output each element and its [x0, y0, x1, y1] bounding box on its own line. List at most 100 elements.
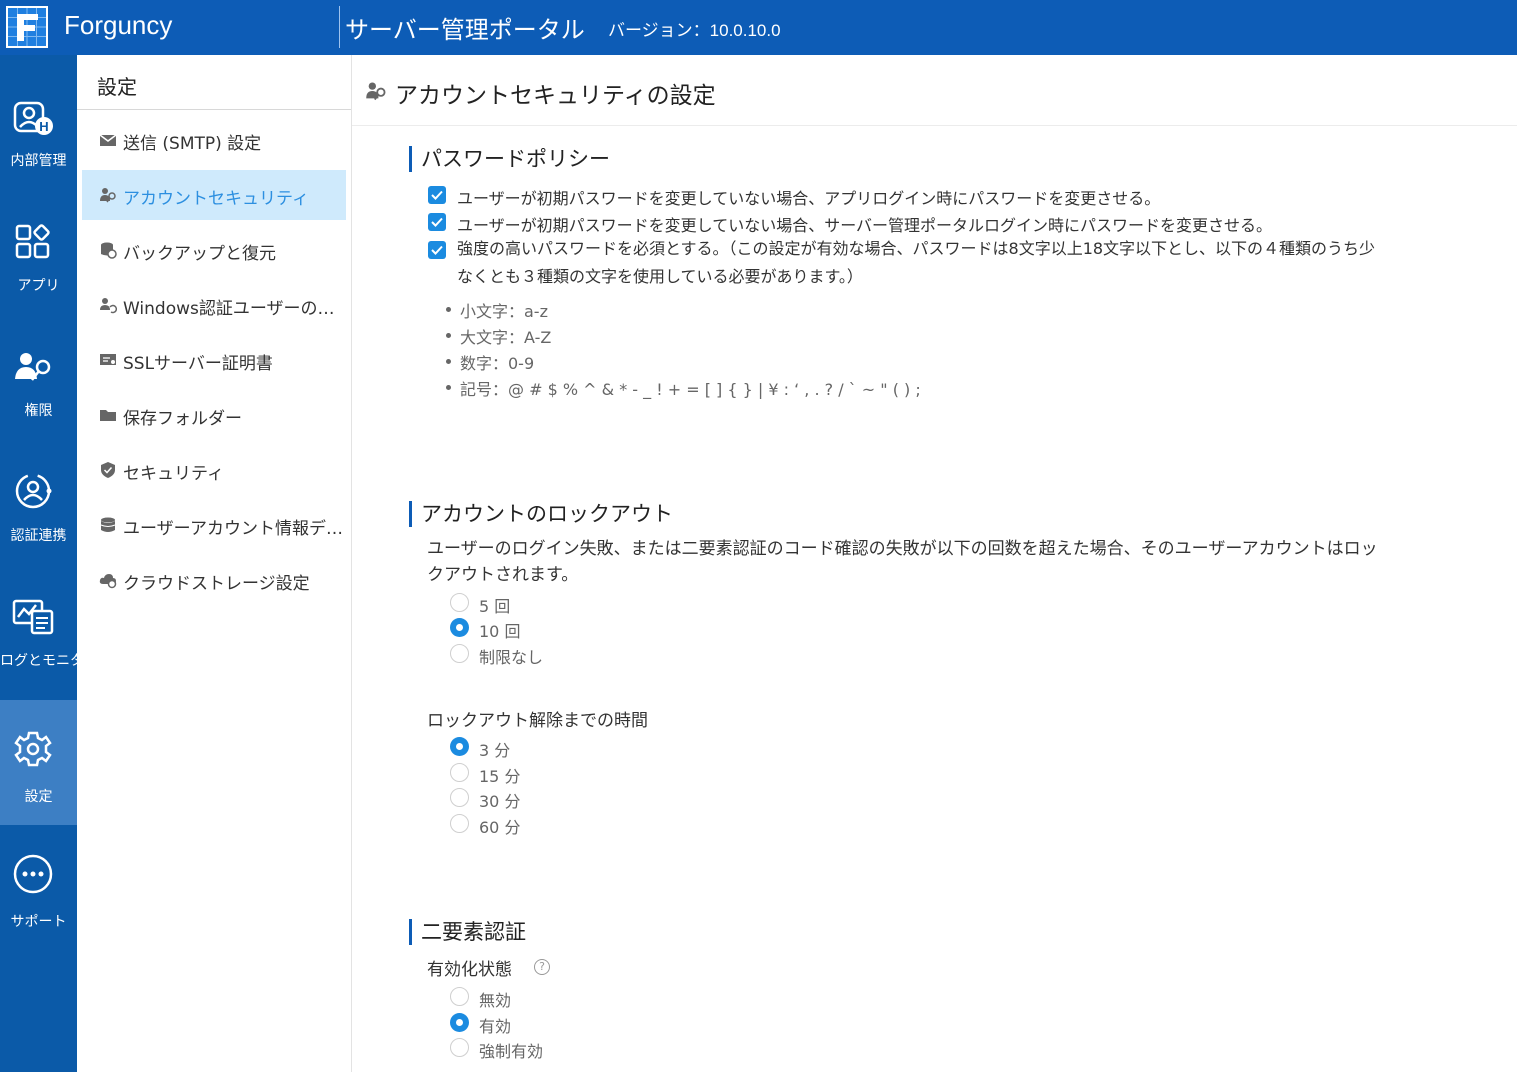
radio-label: 無効: [479, 991, 512, 1010]
subnav-item-label: 保存フォルダー: [123, 409, 242, 429]
checkbox-checked[interactable]: [428, 241, 446, 259]
section-title-two-factor: 二要素認証: [409, 919, 526, 945]
version-label: バージョン：10.0.10.0: [608, 21, 781, 40]
rule-lowercase: 小文字：a-z: [446, 298, 548, 322]
radio-label: 強制有効: [479, 1042, 544, 1061]
user-key-icon: [100, 188, 116, 203]
main-content: アカウントセキュリティの設定 パスワードポリシー ユーザーが初期パスワードを変更…: [352, 55, 1517, 1072]
subnav-item-label: セキュリティ: [123, 464, 224, 484]
lockout-duration-label: ロックアウト解除までの時間: [427, 711, 648, 731]
subnav-item-windows-sync[interactable]: Windows認証ユーザーの同期: [82, 280, 346, 330]
divider: [77, 109, 351, 110]
subnav-title: 設定: [97, 75, 137, 99]
subnav-item-label: クラウドストレージ設定: [123, 574, 310, 594]
settings-subnav: 設定 送信 (SMTP) 設定 アカウントセキュリティ バックアップと復元 Wi…: [77, 55, 352, 1072]
subnav-item-label: バックアップと復元: [123, 244, 276, 264]
radio-label: 5 回: [479, 597, 511, 616]
checkbox-checked[interactable]: [428, 213, 446, 231]
rule-uppercase: 大文字：A-Z: [445, 324, 551, 348]
rail-item-auth-federation[interactable]: 認証連携: [0, 430, 77, 555]
backup-restore-icon: [101, 242, 117, 259]
radio-button[interactable]: [450, 763, 469, 782]
radio-label: 3 分: [479, 741, 511, 760]
subnav-item-label: ユーザーアカウント情報データベース: [123, 519, 345, 539]
checkbox-label: ユーザーが初期パスワードを変更していない場合、アプリログイン時にパスワードを変更…: [457, 189, 1161, 208]
user-admin-icon: H: [13, 101, 53, 135]
radio-label: 有効: [479, 1017, 512, 1036]
rail-item-settings[interactable]: 設定: [0, 700, 77, 825]
rail-item-permissions[interactable]: 権限: [0, 305, 77, 430]
checkbox-checked[interactable]: [428, 186, 446, 204]
user-key-icon: [15, 353, 51, 381]
page-header: アカウントセキュリティの設定: [352, 55, 1517, 126]
svg-text:H: H: [39, 119, 48, 134]
apps-icon: [15, 224, 50, 259]
subnav-item-label: アカウントセキュリティ: [123, 189, 309, 209]
subnav-item-ssl[interactable]: SSLサーバー証明書: [82, 335, 346, 385]
radio-button-selected[interactable]: [450, 618, 469, 637]
log-monitor-icon: [12, 599, 54, 635]
rail-label: サポート: [10, 914, 67, 930]
rail-label: 内部管理: [10, 153, 67, 169]
radio-label: 制限なし: [479, 648, 544, 667]
subnav-item-folder[interactable]: 保存フォルダー: [82, 390, 346, 440]
radio-button-selected[interactable]: [450, 1013, 469, 1032]
radio-button[interactable]: [450, 644, 469, 663]
forguncy-logo-icon: [6, 6, 48, 48]
radio-label: 15 分: [479, 767, 521, 786]
subnav-item-user-db[interactable]: ユーザーアカウント情報データベース: [82, 500, 346, 550]
radio-button-selected[interactable]: [450, 737, 469, 756]
subnav-item-security[interactable]: セキュリティ: [82, 445, 346, 495]
rail-item-support[interactable]: サポート: [0, 825, 77, 950]
rule-digits: 数字：0-9: [445, 350, 534, 374]
database-icon: [100, 517, 116, 532]
radio-button[interactable]: [450, 788, 469, 807]
section-title-lockout: アカウントのロックアウト: [409, 501, 673, 527]
app-header: Forguncy サーバー管理ポータル バージョン：10.0.10.0: [0, 0, 1517, 55]
subnav-item-backup[interactable]: バックアップと復元: [82, 225, 346, 275]
radio-button[interactable]: [450, 814, 469, 833]
subnav-item-label: 送信 (SMTP) 設定: [123, 134, 262, 154]
lockout-description: ユーザーのログイン失敗、または二要素認証のコード確認の失敗が以下の回数を超えた場…: [427, 539, 1378, 585]
rail-item-apps[interactable]: アプリ: [0, 180, 77, 305]
portal-title: サーバー管理ポータル: [345, 16, 585, 44]
subnav-item-label: SSLサーバー証明書: [123, 354, 273, 374]
mail-icon: [99, 134, 117, 146]
radio-button[interactable]: [450, 1038, 469, 1057]
radio-label: 30 分: [479, 792, 521, 811]
cloud-settings-icon: [99, 574, 117, 589]
radio-button[interactable]: [450, 593, 469, 612]
radio-label: 60 分: [479, 818, 521, 837]
subnav-item-label: Windows認証ユーザーの同期: [123, 299, 345, 319]
main-nav-rail: H 内部管理 アプリ 権限 認証連携 ログとモニ 設定 サポート: [0, 55, 77, 1072]
subnav-item-cloud-storage[interactable]: クラウドストレージ設定: [82, 555, 346, 605]
certificate-icon: [100, 354, 116, 365]
brand-name: Forguncy: [64, 10, 173, 40]
rule-symbols: 記号：@ # $ % ^ & * - _ ! + = [ ] { } | ¥ :…: [446, 376, 921, 400]
auth-federation-icon: [15, 473, 52, 509]
section-title-password-policy: パスワードポリシー: [409, 146, 610, 172]
help-icon[interactable]: ?: [534, 959, 550, 975]
rail-label: 設定: [24, 789, 53, 805]
folder-icon: [100, 410, 116, 421]
checkbox-label: 強度の高いパスワードを必須とする。（この設定が有効な場合、パスワードは8文字以上…: [457, 239, 1376, 286]
user-key-icon: [366, 82, 386, 101]
rail-item-log-monitor[interactable]: ログとモニター: [0, 555, 77, 680]
rail-item-internal-admin[interactable]: H 内部管理: [0, 55, 77, 180]
rail-label: アプリ: [17, 278, 60, 294]
header-divider: [339, 6, 340, 48]
user-sync-icon: [100, 298, 117, 314]
subnav-item-smtp[interactable]: 送信 (SMTP) 設定: [82, 115, 346, 165]
rail-label: 認証連携: [10, 528, 67, 544]
two-factor-status-label: 有効化状態: [427, 960, 512, 980]
rail-label: ログとモニター: [0, 653, 77, 669]
more-dots-icon: [13, 854, 53, 894]
page-title: アカウントセキュリティの設定: [395, 83, 716, 109]
radio-label: 10 回: [479, 622, 521, 641]
rail-label: 権限: [24, 403, 53, 419]
radio-button[interactable]: [450, 987, 469, 1006]
gear-icon: [14, 731, 52, 767]
shield-icon: [101, 462, 115, 478]
checkbox-label: ユーザーが初期パスワードを変更していない場合、サーバー管理ポータルログイン時にパ…: [457, 216, 1273, 235]
subnav-item-account-security[interactable]: アカウントセキュリティ: [82, 170, 346, 220]
